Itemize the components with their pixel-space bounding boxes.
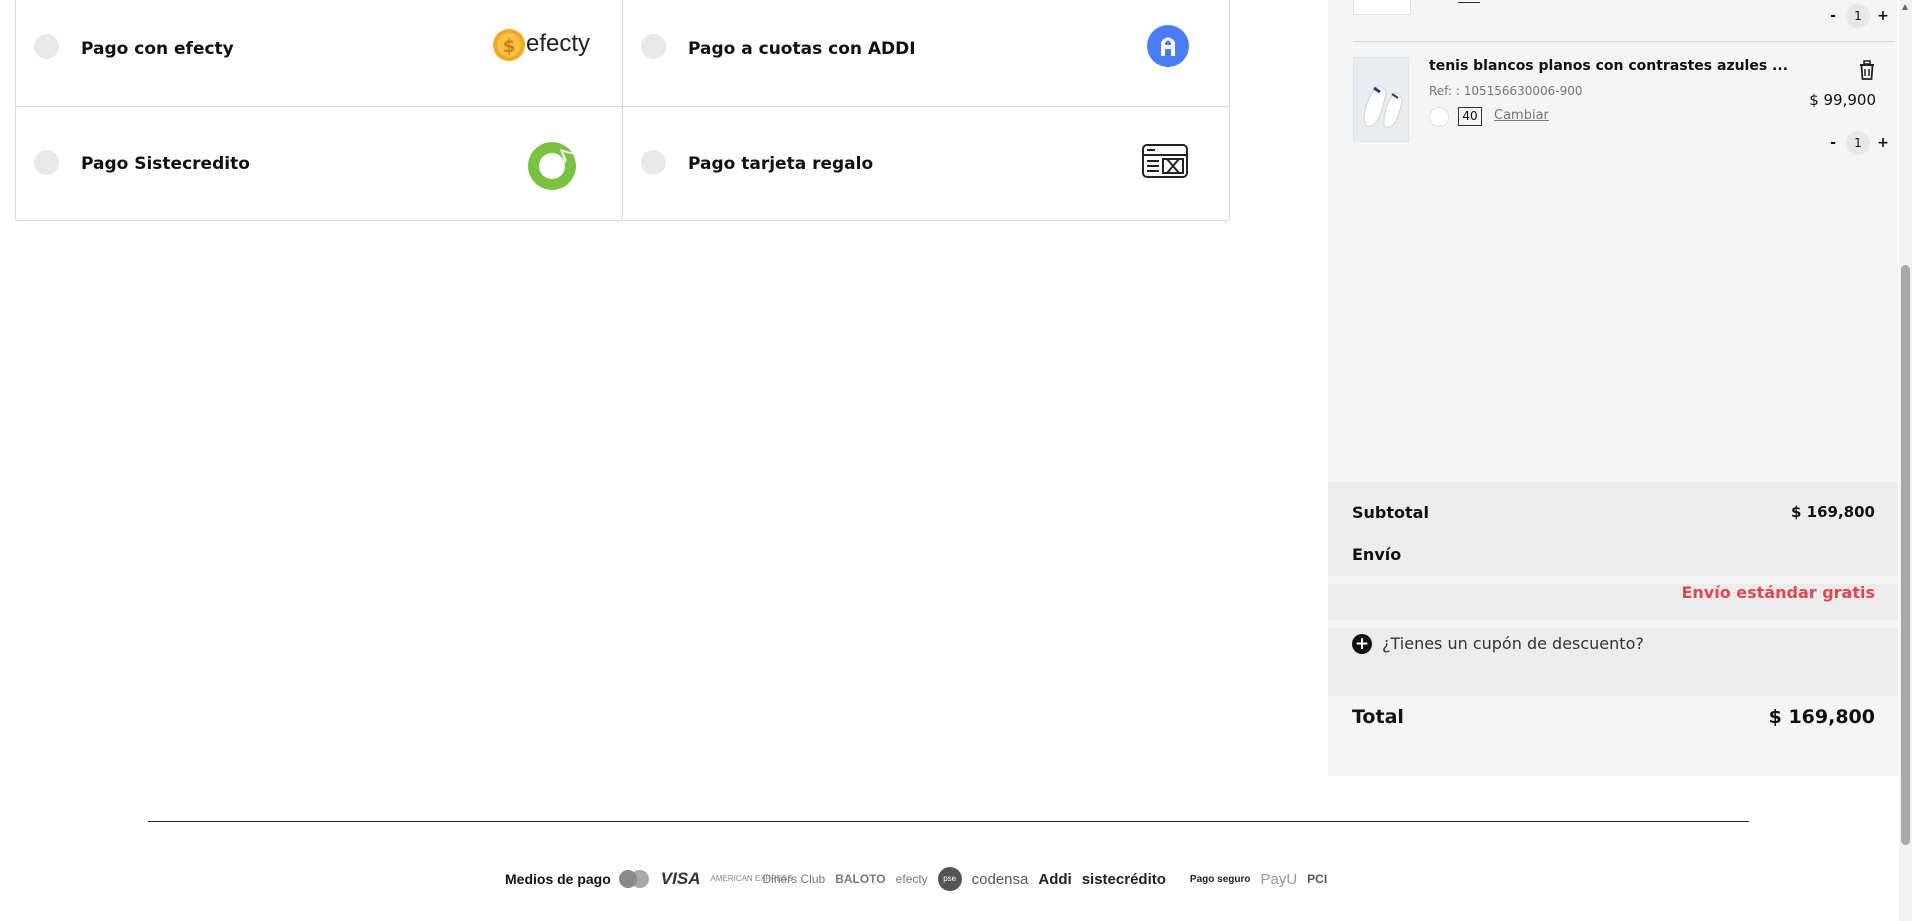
item-divider [1353,41,1895,42]
payment-option-sistecredito[interactable]: Pago Sistecredito [15,106,623,221]
plus-circle-icon[interactable]: + [1352,634,1372,654]
radio-button[interactable] [34,150,59,175]
decrease-button[interactable]: - [1826,135,1840,151]
subtotal-value: $ 169,800 [1791,503,1875,521]
sistecredito-logo: sistecrédito [1081,870,1166,888]
size-indicator [1458,0,1480,3]
payment-methods-footer: Medios de pago VISA AMERICAN EXPRESS Din… [505,867,1337,891]
gift-card-icon [1141,143,1189,179]
color-swatch [1429,107,1449,127]
quantity-stepper[interactable]: -1 + [1826,131,1890,155]
radio-button[interactable] [641,34,666,59]
size-value: 40 [1458,107,1482,126]
product-thumbnail[interactable] [1353,0,1411,15]
visa-logo: VISA [660,869,701,888]
product-ref: Ref: : 105156630006-900 [1429,84,1583,98]
scrollbar-thumb[interactable] [1901,265,1910,845]
amex-logo: AMERICAN EXPRESS [710,874,793,883]
product-price: $ 99,900 [1809,91,1876,109]
efecty-logo: efecty [895,872,928,886]
mastercard-logo [618,868,651,890]
quantity-value: 1 [1846,4,1870,28]
codensa-logo: codensa [971,870,1029,888]
pse-logo: pse [937,867,962,891]
payment-option-addi[interactable]: Pago a cuotas con ADDI [622,0,1230,107]
scroll-up-arrow-icon[interactable]: ▲ [1902,2,1908,11]
summary-subtotal-block [1328,482,1898,576]
payment-option-label: Pago a cuotas con ADDI [688,39,916,59]
payment-option-label: Pago tarjeta regalo [688,154,874,174]
payment-option-label: Pago con efecty [81,39,234,59]
payment-option-label: Pago Sistecredito [81,154,250,174]
decrease-button[interactable]: - [1826,8,1840,24]
shipping-value: Envío estándar gratis [1681,583,1875,602]
footer-divider [148,821,1749,822]
payment-option-efecty[interactable]: Pago con efecty $ efecty [15,0,623,107]
svg-text:efecty: efecty [526,30,590,57]
quantity-stepper[interactable]: -1 + [1826,4,1890,28]
subtotal-label: Subtotal [1352,503,1429,522]
increase-button[interactable]: + [1876,8,1890,24]
change-size-link[interactable]: Cambiar [1494,108,1549,123]
addi-logo [1147,25,1189,67]
radio-button[interactable] [34,34,59,59]
total-label: Total [1352,706,1404,728]
product-thumbnail[interactable] [1353,57,1409,142]
payment-methods-title: Medios de pago [505,871,611,887]
pci-logo: PCI [1307,872,1328,886]
secure-payment-label: Pago seguro [1189,873,1251,885]
svg-text:$: $ [503,36,516,57]
payment-option-gift-card[interactable]: Pago tarjeta regalo [622,106,1230,221]
trash-icon[interactable] [1858,60,1876,80]
quantity-value: 1 [1846,131,1870,155]
sistecredito-logo [527,141,583,191]
product-name[interactable]: tenis blancos planos con contrastes azul… [1429,58,1788,74]
coupon-toggle[interactable]: ¿Tienes un cupón de descuento? [1382,634,1644,653]
increase-button[interactable]: + [1876,135,1890,151]
radio-button[interactable] [641,150,666,175]
total-value: $ 169,800 [1768,706,1875,728]
shipping-label: Envío [1352,545,1402,564]
addi-logo: Addi [1038,870,1072,888]
diners-club-logo: Diners Club [762,872,826,886]
baloto-logo: BALOTO [835,872,886,886]
efecty-logo: $ efecty [492,27,596,63]
payu-logo: PayU [1260,870,1298,888]
